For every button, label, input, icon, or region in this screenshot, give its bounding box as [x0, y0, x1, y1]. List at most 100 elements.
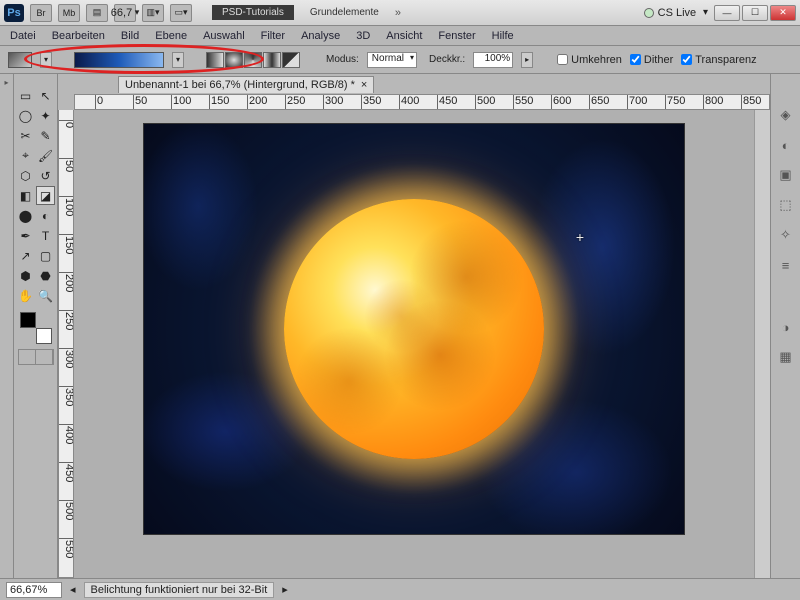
status-message: Belichtung funktioniert nur bei 32-Bit [84, 582, 275, 598]
menu-bild[interactable]: Bild [121, 30, 139, 42]
heal-tool[interactable]: ⌖ [16, 146, 35, 165]
expand-icon[interactable]: ▸ [4, 78, 8, 87]
umkehren-check[interactable]: Umkehren [557, 54, 622, 66]
history-panel-icon[interactable]: ◑ [777, 318, 795, 336]
zoom-level-button[interactable]: 66,7 ▾ [114, 4, 136, 22]
statusbar: 66,67% ◂ Belichtung funktioniert nur bei… [0, 578, 800, 600]
history-brush-tool[interactable]: ↺ [36, 166, 55, 185]
menu-hilfe[interactable]: Hilfe [492, 30, 514, 42]
gradient-tool[interactable]: ◪ [36, 186, 55, 205]
shape-tool[interactable]: ▢ [36, 246, 55, 265]
minimize-button[interactable]: — [714, 5, 740, 21]
gradient-diamond-button[interactable] [282, 52, 300, 68]
status-prev-icon[interactable]: ◂ [70, 583, 76, 596]
minibridge-button[interactable]: Mb [58, 4, 80, 22]
scrollbar-vertical[interactable] [754, 110, 770, 578]
wand-tool[interactable]: ✦ [36, 106, 55, 125]
crosshair-cursor: + [576, 229, 584, 245]
zoom-tool[interactable]: 🔍 [36, 286, 55, 305]
lasso-tool[interactable]: ◯ [16, 106, 35, 125]
gradient-radial-button[interactable] [225, 52, 243, 68]
layers-panel-icon[interactable]: ◈ [777, 106, 795, 124]
tool-preset-dropdown[interactable]: ▾ [40, 52, 52, 68]
right-panels: ◈ ◐ ▣ ⬚ ✧ ≡ ◑ ▦ [770, 74, 800, 578]
menu-3d[interactable]: 3D [356, 30, 370, 42]
menu-bearbeiten[interactable]: Bearbeiten [52, 30, 105, 42]
blur-tool[interactable]: ⬤ [16, 206, 35, 225]
styles-panel-icon[interactable]: ≡ [777, 256, 795, 274]
titlebar: Ps Br Mb ▤ 66,7 ▾ ▥▾ ▭▾ PSD-Tutorials Gr… [0, 0, 800, 26]
adjustments-panel-icon[interactable]: ◐ [777, 136, 795, 154]
transparenz-check[interactable]: Transparenz [681, 54, 756, 66]
zoom-field[interactable]: 66,67% [6, 582, 62, 598]
sun [284, 199, 544, 459]
3d-camera-tool[interactable]: ⬣ [36, 266, 55, 285]
gradient-angle-button[interactable] [244, 52, 262, 68]
deckkr-input[interactable]: 100% [473, 52, 513, 68]
bg-color[interactable] [36, 328, 52, 344]
toolbox: ▭↖ ◯✦ ✂✎ ⌖🖌 ⬡↺ ◧◪ ⬤◐ ✒T ↗▢ ⬢⬣ ✋🔍 [14, 74, 58, 578]
workspace-tab-psd[interactable]: PSD-Tutorials [212, 5, 294, 20]
eraser-tool[interactable]: ◧ [16, 186, 35, 205]
menu-filter[interactable]: Filter [261, 30, 285, 42]
bridge-button[interactable]: Br [30, 4, 52, 22]
ruler-vertical[interactable]: 050100150200250300350400450500550 [58, 110, 74, 578]
3d-tool[interactable]: ⬢ [16, 266, 35, 285]
close-button[interactable]: ✕ [770, 5, 796, 21]
workspace-tab-grund[interactable]: Grundelemente [300, 5, 389, 20]
cslive-button[interactable]: CS Live ▾ [644, 7, 708, 19]
stamp-tool[interactable]: ⬡ [16, 166, 35, 185]
menu-datei[interactable]: Datei [10, 30, 36, 42]
deckkr-dropdown[interactable]: ▸ [521, 52, 533, 68]
gradient-preview[interactable] [74, 52, 164, 68]
path-tool[interactable]: ↗ [16, 246, 35, 265]
view-extras-button[interactable]: ▤ [86, 4, 108, 22]
gradient-type-group [206, 52, 300, 68]
canvas-area[interactable]: + [74, 110, 754, 578]
maximize-button[interactable]: ☐ [742, 5, 768, 21]
type-tool[interactable]: T [36, 226, 55, 245]
menubar: Datei Bearbeiten Bild Ebene Auswahl Filt… [0, 26, 800, 46]
pen-tool[interactable]: ✒ [16, 226, 35, 245]
menu-auswahl[interactable]: Auswahl [203, 30, 245, 42]
color-swatches[interactable] [16, 310, 56, 346]
eyedropper-tool[interactable]: ✎ [36, 126, 55, 145]
ruler-horizontal[interactable]: 0501001502002503003504004505005506006507… [74, 94, 770, 110]
move-arrow-tool[interactable]: ↖ [36, 86, 55, 105]
status-next-icon[interactable]: ▸ [282, 583, 288, 596]
options-bar: ▾ ▾ Modus: Normal Deckkr.: 100% ▸ Umkehr… [0, 46, 800, 74]
channels-panel-icon[interactable]: ⬚ [777, 196, 795, 214]
screen-mode-button[interactable]: ▭▾ [170, 4, 192, 22]
fg-color[interactable] [20, 312, 36, 328]
move-tool[interactable]: ▭ [16, 86, 35, 105]
document-tabs: Unbenannt-1 bei 66,7% (Hintergrund, RGB/… [58, 74, 770, 94]
crop-tool[interactable]: ✂ [16, 126, 35, 145]
modus-label: Modus: [326, 54, 359, 65]
document-tab[interactable]: Unbenannt-1 bei 66,7% (Hintergrund, RGB/… [118, 76, 374, 93]
gradient-reflected-button[interactable] [263, 52, 281, 68]
info-panel-icon[interactable]: ▦ [777, 348, 795, 366]
dither-check[interactable]: Dither [630, 54, 673, 66]
menu-ebene[interactable]: Ebene [155, 30, 187, 42]
canvas[interactable]: + [144, 124, 684, 534]
workspace-more-icon[interactable]: » [395, 7, 401, 19]
menu-fenster[interactable]: Fenster [438, 30, 475, 42]
paths-panel-icon[interactable]: ✧ [777, 226, 795, 244]
tool-preset-button[interactable] [8, 52, 32, 68]
app-icon: Ps [4, 4, 24, 22]
hand-tool[interactable]: ✋ [16, 286, 35, 305]
gradient-linear-button[interactable] [206, 52, 224, 68]
masks-panel-icon[interactable]: ▣ [777, 166, 795, 184]
gradient-dropdown[interactable]: ▾ [172, 52, 184, 68]
arrange-button[interactable]: ▥▾ [142, 4, 164, 22]
menu-analyse[interactable]: Analyse [301, 30, 340, 42]
tab-close-icon[interactable]: × [361, 79, 367, 91]
deckkr-label: Deckkr.: [429, 54, 465, 65]
dodge-tool[interactable]: ◐ [36, 206, 55, 225]
cslive-icon [644, 8, 654, 18]
modus-select[interactable]: Normal [367, 52, 417, 68]
menu-ansicht[interactable]: Ansicht [386, 30, 422, 42]
brush-tool[interactable]: 🖌 [36, 146, 55, 165]
quickmask-toggle[interactable] [18, 349, 54, 365]
left-gutter: ▸ [0, 74, 14, 578]
